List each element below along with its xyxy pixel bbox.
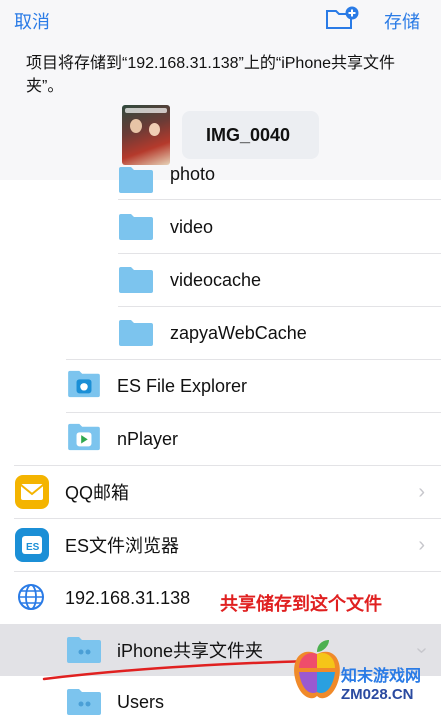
folder-row-nplayer[interactable]: nPlayer: [0, 413, 441, 465]
folder-label: zapyaWebCache: [170, 322, 307, 343]
qq-mail-icon: [15, 475, 49, 509]
filename-field[interactable]: IMG_0040: [182, 111, 319, 159]
filename-text: IMG_0040: [206, 124, 291, 145]
apple-logo-icon: [294, 640, 340, 699]
folder-label: photo: [170, 164, 216, 184]
save-sheet-header: 取消 存储 项目将存储到“192.168.31.138”上的“iPhone共享文…: [0, 0, 441, 180]
app-folder-icon: [68, 370, 100, 398]
cancel-button[interactable]: 取消: [14, 8, 50, 34]
folder-row-zapyawebcache[interactable]: zapyaWebCache: [0, 307, 441, 359]
es-browser-icon: ES: [15, 528, 49, 562]
folder-icon: [119, 167, 153, 193]
save-button[interactable]: 存储: [384, 8, 420, 34]
watermark-logo: 知末游戏网 ZM028.CN: [287, 636, 441, 720]
location-label: 192.168.31.138: [65, 587, 191, 608]
app-folder-icon: [68, 423, 100, 451]
folder-row-videocache[interactable]: videocache: [0, 254, 441, 306]
save-destination-prompt: 项目将存储到“192.168.31.138”上的“iPhone共享文件夹”。: [26, 55, 396, 95]
watermark-brand: 知末游戏网: [341, 668, 422, 685]
location-label: ES文件浏览器: [65, 536, 180, 556]
chevron-right-icon: ›: [418, 480, 425, 503]
folder-label: Users: [117, 691, 165, 712]
folder-label: ES File Explorer: [117, 375, 248, 396]
new-folder-icon[interactable]: [325, 6, 359, 30]
chevron-right-icon: ›: [418, 533, 425, 556]
folder-icon: [119, 267, 153, 293]
shared-folder-icon: [67, 689, 101, 715]
divider: [118, 199, 441, 200]
location-row-qq-mail[interactable]: QQ邮箱 ›: [0, 466, 441, 518]
folder-icon: [119, 214, 153, 240]
annotation-underline: [42, 659, 314, 681]
location-label: QQ邮箱: [65, 483, 130, 503]
location-row-es-browser[interactable]: ES ES文件浏览器 ›: [0, 519, 441, 571]
globe-icon: [18, 584, 44, 610]
folder-label: video: [170, 216, 214, 237]
image-thumbnail: [122, 105, 170, 165]
folder-icon: [119, 320, 153, 346]
folder-row-video[interactable]: video: [0, 201, 441, 253]
folder-label: videocache: [170, 269, 262, 290]
watermark-domain: ZM028.CN: [341, 686, 414, 703]
folder-label: nPlayer: [117, 428, 179, 449]
folder-row-es-file-explorer[interactable]: ES File Explorer: [0, 360, 441, 412]
annotation-text: 共享储存到这个文件: [220, 594, 382, 614]
svg-text:ES: ES: [26, 542, 40, 553]
